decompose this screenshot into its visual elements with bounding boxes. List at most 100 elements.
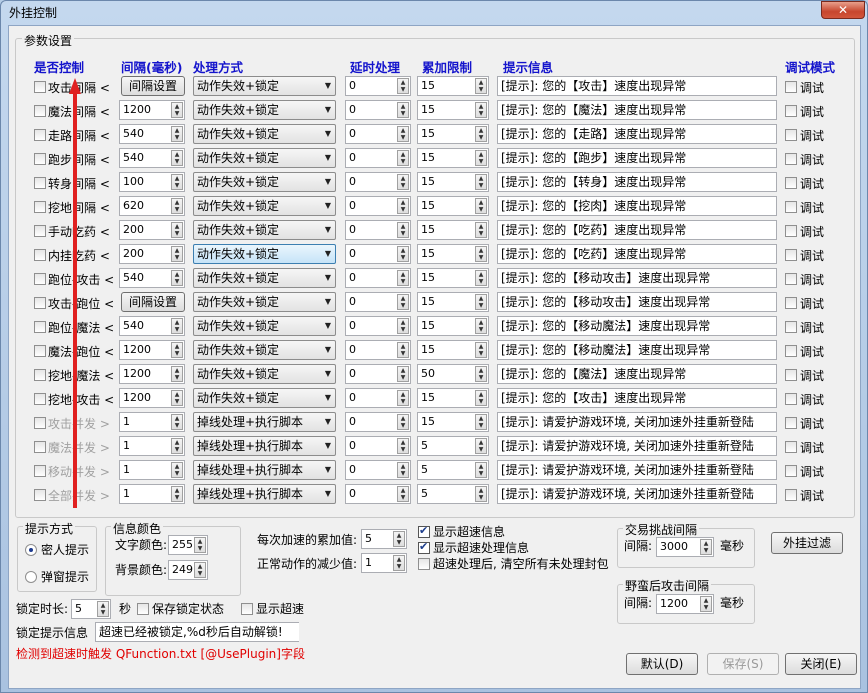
spinner-arrows-icon[interactable]: ▲ ▼	[475, 174, 487, 190]
method-dropdown[interactable]: 动作失效+锁定 ▼	[193, 76, 336, 96]
debug-checkbox[interactable]	[785, 81, 797, 93]
interval-spinner[interactable]: 620 ▲ ▼	[119, 196, 185, 216]
control-checkbox[interactable]	[34, 177, 46, 189]
interval-spinner[interactable]: 1200 ▲ ▼	[119, 364, 185, 384]
control-checkbox[interactable]	[34, 489, 46, 501]
lock-info-input[interactable]: 超速已经被锁定,%d秒后自动解锁!	[95, 622, 299, 642]
debug-checkbox[interactable]	[785, 369, 797, 381]
limit-spinner[interactable]: 15 ▲ ▼	[417, 340, 489, 360]
delay-spinner[interactable]: 0 ▲ ▼	[345, 412, 411, 432]
limit-spinner[interactable]: 15 ▲ ▼	[417, 100, 489, 120]
radio-private-prompt[interactable]	[25, 544, 37, 556]
spinner-arrows-icon[interactable]: ▲ ▼	[397, 222, 409, 238]
hint-input[interactable]: [提示]: 请爱护游戏环境, 关闭加速外挂重新登陆	[497, 412, 777, 432]
control-checkbox[interactable]	[34, 297, 46, 309]
delay-spinner[interactable]: 0 ▲ ▼	[345, 316, 411, 336]
debug-checkbox[interactable]	[785, 345, 797, 357]
spinner-arrows-icon[interactable]: ▲ ▼	[171, 486, 183, 502]
delay-spinner[interactable]: 0 ▲ ▼	[345, 364, 411, 384]
limit-spinner[interactable]: 15 ▲ ▼	[417, 316, 489, 336]
limit-spinner[interactable]: 15 ▲ ▼	[417, 196, 489, 216]
decrement-spinner[interactable]: 1 ▲ ▼	[361, 553, 407, 573]
debug-checkbox[interactable]	[785, 177, 797, 189]
debug-checkbox[interactable]	[785, 249, 797, 261]
method-dropdown[interactable]: 掉线处理+执行脚本 ▼	[193, 484, 336, 504]
hint-input[interactable]: [提示]: 您的【攻击】速度出现异常	[497, 76, 777, 96]
debug-checkbox[interactable]	[785, 297, 797, 309]
debug-checkbox[interactable]	[785, 489, 797, 501]
interval-spinner[interactable]: 1200 ▲ ▼	[119, 100, 185, 120]
spinner-arrows-icon[interactable]: ▲ ▼	[171, 102, 183, 118]
delay-spinner[interactable]: 0 ▲ ▼	[345, 76, 411, 96]
delay-spinner[interactable]: 0 ▲ ▼	[345, 244, 411, 264]
spinner-arrows-icon[interactable]: ▲ ▼	[171, 150, 183, 166]
method-dropdown[interactable]: 动作失效+锁定 ▼	[193, 124, 336, 144]
spinner-arrows-icon[interactable]: ▲ ▼	[397, 342, 409, 358]
spinner-arrows-icon[interactable]: ▲ ▼	[475, 198, 487, 214]
hint-input[interactable]: [提示]: 您的【挖肉】速度出现异常	[497, 196, 777, 216]
control-checkbox[interactable]	[34, 201, 46, 213]
interval-spinner[interactable]: 1 ▲ ▼	[119, 436, 185, 456]
control-checkbox[interactable]	[34, 465, 46, 477]
hint-input[interactable]: [提示]: 您的【吃药】速度出现异常	[497, 220, 777, 240]
debug-checkbox[interactable]	[785, 105, 797, 117]
spinner-arrows-icon[interactable]: ▲ ▼	[171, 126, 183, 142]
hint-input[interactable]: [提示]: 您的【魔法】速度出现异常	[497, 100, 777, 120]
spinner-arrows-icon[interactable]: ▲ ▼	[397, 318, 409, 334]
debug-checkbox[interactable]	[785, 273, 797, 285]
spinner-arrows-icon[interactable]: ▲ ▼	[171, 318, 183, 334]
spinner-arrows-icon[interactable]: ▲ ▼	[475, 414, 487, 430]
hint-input[interactable]: [提示]: 您的【转身】速度出现异常	[497, 172, 777, 192]
interval-spinner[interactable]: 200 ▲ ▼	[119, 244, 185, 264]
save-button[interactable]: 保存(S)	[707, 653, 779, 675]
spinner-arrows-icon[interactable]: ▲ ▼	[475, 246, 487, 262]
limit-spinner[interactable]: 15 ▲ ▼	[417, 268, 489, 288]
delay-spinner[interactable]: 0 ▲ ▼	[345, 484, 411, 504]
delay-spinner[interactable]: 0 ▲ ▼	[345, 460, 411, 480]
debug-checkbox[interactable]	[785, 225, 797, 237]
spinner-arrows-icon[interactable]: ▲ ▼	[171, 366, 183, 382]
interval-spinner[interactable]: 540 ▲ ▼	[119, 124, 185, 144]
control-checkbox[interactable]	[34, 225, 46, 237]
method-dropdown[interactable]: 动作失效+锁定 ▼	[193, 220, 336, 240]
spinner-arrows-icon[interactable]: ▲ ▼	[171, 390, 183, 406]
spinner-arrows-icon[interactable]: ▲ ▼	[97, 601, 109, 617]
spinner-arrows-icon[interactable]: ▲ ▼	[475, 78, 487, 94]
spinner-arrows-icon[interactable]: ▲ ▼	[397, 438, 409, 454]
spinner-arrows-icon[interactable]: ▲ ▼	[397, 486, 409, 502]
control-checkbox[interactable]	[34, 129, 46, 141]
hint-input[interactable]: [提示]: 您的【攻击】速度出现异常	[497, 388, 777, 408]
spinner-arrows-icon[interactable]: ▲ ▼	[397, 390, 409, 406]
spinner-arrows-icon[interactable]: ▲ ▼	[700, 596, 712, 612]
spinner-arrows-icon[interactable]: ▲ ▼	[171, 198, 183, 214]
hint-input[interactable]: [提示]: 您的【跑步】速度出现异常	[497, 148, 777, 168]
control-checkbox[interactable]	[34, 417, 46, 429]
interval-spinner[interactable]: 1 ▲ ▼	[119, 484, 185, 504]
spinner-arrows-icon[interactable]: ▲ ▼	[171, 414, 183, 430]
limit-spinner[interactable]: 50 ▲ ▼	[417, 364, 489, 384]
control-checkbox[interactable]	[34, 393, 46, 405]
interval-spinner[interactable]: 1 ▲ ▼	[119, 460, 185, 480]
spinner-arrows-icon[interactable]: ▲ ▼	[171, 462, 183, 478]
delay-spinner[interactable]: 0 ▲ ▼	[345, 100, 411, 120]
debug-checkbox[interactable]	[785, 129, 797, 141]
trade-interval-spinner[interactable]: 3000 ▲ ▼	[656, 537, 714, 557]
debug-checkbox[interactable]	[785, 465, 797, 477]
limit-spinner[interactable]: 15 ▲ ▼	[417, 244, 489, 264]
limit-spinner[interactable]: 15 ▲ ▼	[417, 172, 489, 192]
spinner-arrows-icon[interactable]: ▲ ▼	[475, 222, 487, 238]
spinner-arrows-icon[interactable]: ▲ ▼	[475, 438, 487, 454]
method-dropdown[interactable]: 掉线处理+执行脚本 ▼	[193, 460, 336, 480]
delay-spinner[interactable]: 0 ▲ ▼	[345, 124, 411, 144]
close-icon[interactable]: ✕	[821, 1, 865, 19]
method-dropdown[interactable]: 动作失效+锁定 ▼	[193, 196, 336, 216]
spinner-arrows-icon[interactable]: ▲ ▼	[171, 174, 183, 190]
hint-input[interactable]: [提示]: 您的【移动魔法】速度出现异常	[497, 340, 777, 360]
control-checkbox[interactable]	[34, 345, 46, 357]
close-button[interactable]: 关闭(E)	[785, 653, 857, 675]
interval-spinner[interactable]: 540 ▲ ▼	[119, 148, 185, 168]
show-speed-info-checkbox[interactable]	[418, 524, 430, 538]
control-checkbox[interactable]	[34, 273, 46, 285]
spinner-arrows-icon[interactable]: ▲ ▼	[397, 174, 409, 190]
control-checkbox[interactable]	[34, 81, 46, 93]
